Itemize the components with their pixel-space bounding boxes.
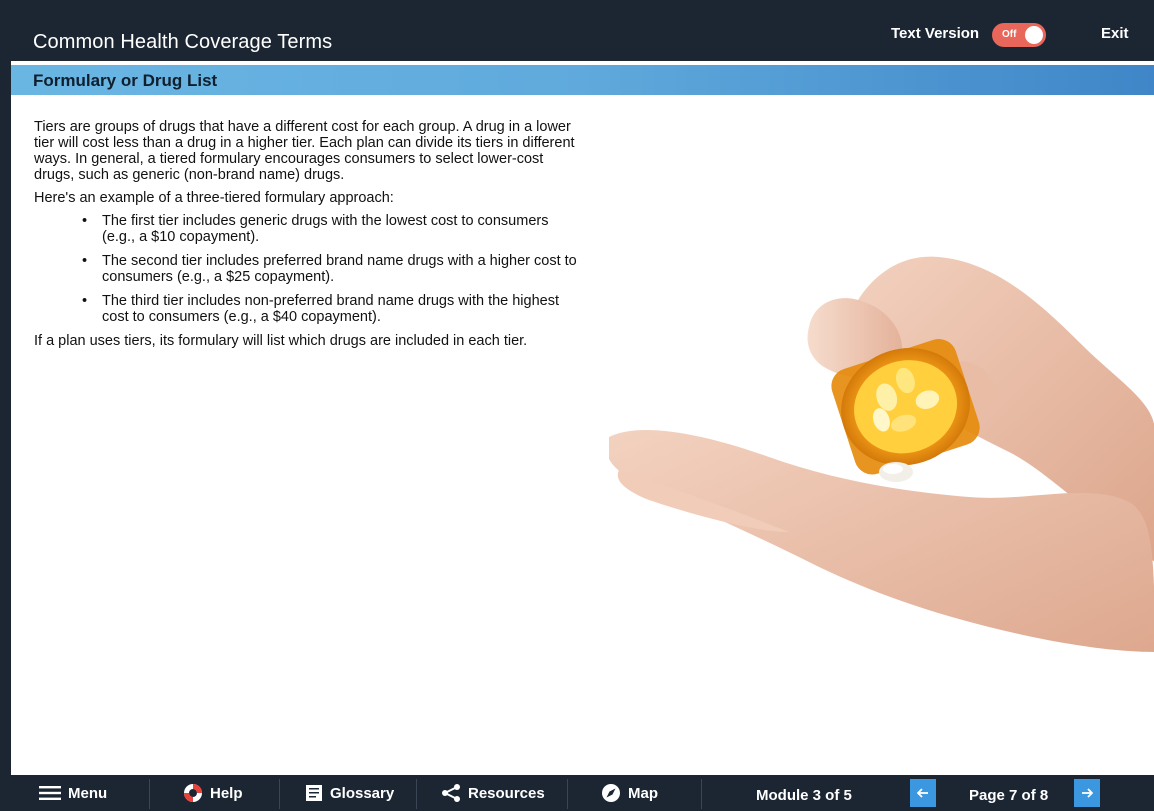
divider: [416, 779, 417, 809]
glossary-button[interactable]: Glossary: [305, 775, 394, 811]
share-resources-icon: [442, 784, 460, 802]
intro-paragraph: Tiers are groups of drugs that have a di…: [34, 119, 575, 183]
previous-page-button[interactable]: [910, 779, 936, 807]
text-version-label: Text Version: [891, 25, 980, 42]
hamburger-menu-icon: [39, 786, 61, 800]
exit-button[interactable]: Exit: [1101, 25, 1129, 42]
arrow-left-icon: [917, 788, 928, 798]
map-label: Map: [628, 784, 658, 802]
pill-bottle-hands-image: [609, 256, 1154, 652]
map-button[interactable]: Map: [601, 775, 658, 811]
toggle-state-label: Off: [1002, 29, 1017, 40]
menu-button[interactable]: Menu: [39, 775, 107, 811]
top-bar: Common Health Coverage Terms Text Versio…: [11, 10, 1154, 61]
help-button[interactable]: Help: [183, 775, 243, 811]
divider: [279, 779, 280, 809]
list-item-tier-1: The first tier includes generic drugs wi…: [82, 213, 579, 245]
content-text: Tiers are groups of drugs that have a di…: [34, 119, 579, 356]
menu-label: Menu: [68, 784, 108, 802]
page-indicator: Page 7 of 8: [969, 787, 1049, 804]
course-window: Common Health Coverage Terms Text Versio…: [10, 10, 1154, 811]
bottom-nav-bar: Menu Help Glossary Resources Map Module …: [11, 775, 1154, 811]
tier-list: The first tier includes generic drugs wi…: [82, 213, 579, 325]
toggle-knob: [1025, 26, 1043, 44]
list-item-tier-3: The third tier includes non-preferred br…: [82, 293, 579, 325]
example-intro-paragraph: Here's an example of a three-tiered form…: [34, 190, 394, 206]
compass-map-icon: [602, 784, 620, 802]
list-item-tier-2: The second tier includes preferred brand…: [82, 253, 579, 285]
section-bar: Formulary or Drug List: [11, 65, 1154, 95]
page-title: Formulary or Drug List: [33, 71, 218, 90]
text-version-toggle[interactable]: Off: [992, 23, 1046, 47]
divider: [701, 779, 702, 809]
book-glossary-icon: [306, 785, 322, 801]
module-indicator: Module 3 of 5: [756, 787, 852, 804]
resources-button[interactable]: Resources: [441, 775, 545, 811]
next-page-button[interactable]: [1074, 779, 1100, 807]
help-label: Help: [210, 784, 243, 802]
course-title: Common Health Coverage Terms: [33, 31, 333, 53]
divider: [149, 779, 150, 809]
closing-paragraph: If a plan uses tiers, its formulary will…: [34, 333, 528, 349]
divider: [567, 779, 568, 809]
lifebuoy-help-icon: [184, 784, 202, 802]
glossary-label: Glossary: [330, 784, 395, 802]
arrow-right-icon: [1082, 788, 1093, 798]
resources-label: Resources: [468, 784, 545, 802]
